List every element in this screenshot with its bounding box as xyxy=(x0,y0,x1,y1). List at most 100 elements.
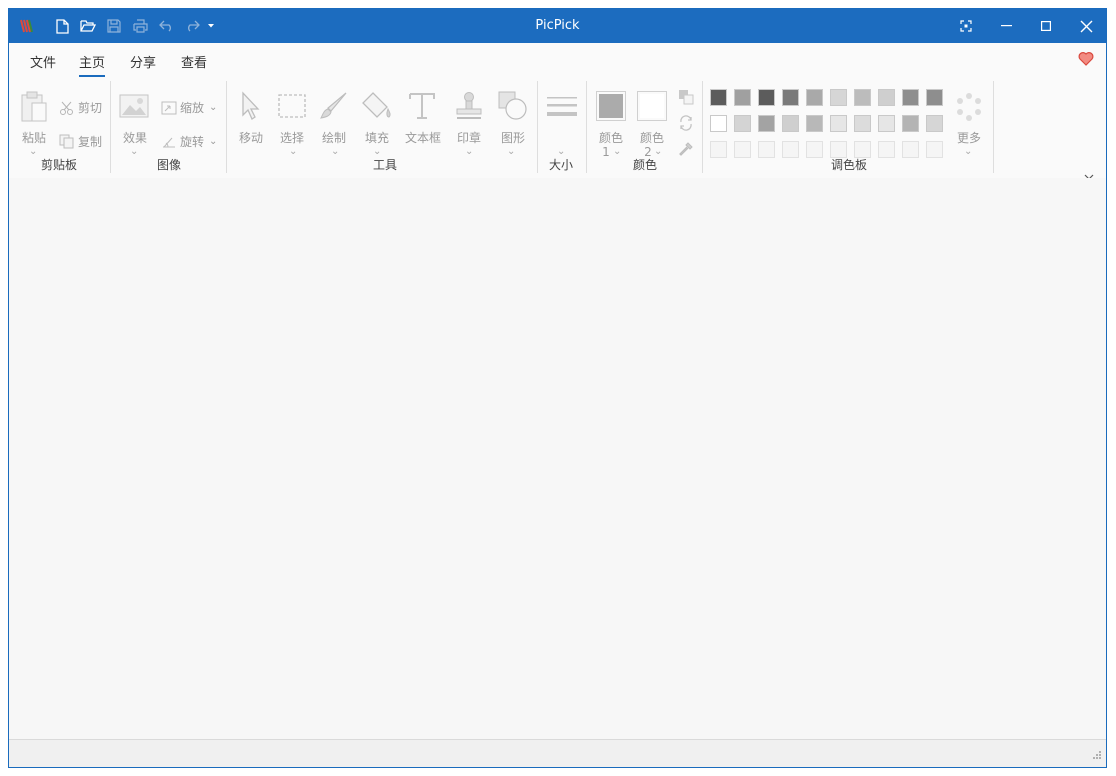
more-colors-chevron-down-icon[interactable]: ⌄ xyxy=(964,147,972,157)
custom-palette-swatch[interactable] xyxy=(734,141,751,158)
stamp-chevron-down-icon[interactable]: ⌄ xyxy=(465,147,473,157)
custom-palette-swatch[interactable] xyxy=(710,141,727,158)
effects-icon[interactable] xyxy=(119,93,151,124)
color-2-label[interactable]: 颜色 xyxy=(636,129,668,146)
palette-swatch[interactable] xyxy=(758,89,775,106)
palette-swatch[interactable] xyxy=(854,89,871,106)
palette-swatch[interactable] xyxy=(734,115,751,132)
custom-palette-swatch[interactable] xyxy=(782,141,799,158)
resize-label: 缩放 xyxy=(180,101,205,115)
resize-button[interactable]: 缩放 ⌄ xyxy=(161,99,217,116)
palette-swatch[interactable] xyxy=(710,115,727,132)
palette-swatch[interactable] xyxy=(806,89,823,106)
stamp-button[interactable]: 印章 xyxy=(453,129,485,146)
shape-chevron-down-icon[interactable]: ⌄ xyxy=(507,147,515,157)
brush-icon[interactable] xyxy=(319,91,349,124)
more-colors-button[interactable]: 更多 xyxy=(953,129,985,146)
tab-file[interactable]: 文件 xyxy=(30,52,56,75)
color-1-chevron-down-icon[interactable]: ⌄ xyxy=(613,147,621,157)
ribbon: 粘贴 ⌄ 剪切 复制 剪贴板 效果 ⌄ 缩放 ⌄ 旋转 ⌄ 图像 移动 选择 ⌄… xyxy=(9,77,1106,180)
maximize-icon[interactable] xyxy=(1026,9,1066,43)
select-button[interactable]: 选择 xyxy=(276,129,308,146)
paste-icon[interactable] xyxy=(19,91,49,126)
palette-swatch[interactable] xyxy=(926,89,943,106)
custom-palette-swatch[interactable] xyxy=(758,141,775,158)
palette-swatch[interactable] xyxy=(926,115,943,132)
paste-button[interactable]: 粘贴 xyxy=(21,129,47,146)
resize-grip-icon[interactable] xyxy=(1092,749,1102,763)
minimize-icon[interactable] xyxy=(986,9,1026,43)
heart-icon[interactable] xyxy=(1078,51,1096,67)
text-icon[interactable] xyxy=(407,91,437,124)
rotate-chevron-down-icon: ⌄ xyxy=(209,136,218,147)
palette-swatch[interactable] xyxy=(782,89,799,106)
size-chevron-down-icon[interactable]: ⌄ xyxy=(557,147,565,157)
palette-swatch[interactable] xyxy=(758,115,775,132)
group-divider xyxy=(586,81,587,173)
custom-palette-swatch[interactable] xyxy=(830,141,847,158)
group-label-image: 图像 xyxy=(156,158,181,172)
move-button[interactable]: 移动 xyxy=(235,129,267,146)
rotate-button[interactable]: 旋转 ⌄ xyxy=(161,133,217,150)
palette-swatch[interactable] xyxy=(902,115,919,132)
swap-colors-icon[interactable] xyxy=(678,115,694,134)
picpick-window: PicPick 文件 主页 分享 查看 粘贴 ⌄ 剪切 复制 剪贴板 效果 ⌄ … xyxy=(8,8,1107,768)
palette-swatch[interactable] xyxy=(782,115,799,132)
palette-swatch[interactable] xyxy=(710,89,727,106)
color-2-swatch[interactable] xyxy=(637,91,667,124)
palette-swatch[interactable] xyxy=(878,89,895,106)
group-divider xyxy=(537,81,538,173)
color-1-swatch[interactable] xyxy=(596,91,626,124)
stamp-icon[interactable] xyxy=(454,91,484,124)
more-colors-icon[interactable] xyxy=(953,91,985,126)
shape-button[interactable]: 图形 xyxy=(497,129,529,146)
palette-swatch[interactable] xyxy=(830,89,847,106)
color-1-label[interactable]: 颜色 xyxy=(595,129,627,146)
palette-swatch[interactable] xyxy=(734,89,751,106)
tab-share[interactable]: 分享 xyxy=(130,52,156,75)
group-label-tools: 工具 xyxy=(372,158,397,172)
custom-palette-swatch[interactable] xyxy=(878,141,895,158)
palette-swatch[interactable] xyxy=(902,89,919,106)
close-icon[interactable] xyxy=(1066,9,1106,43)
color-2-chevron-down-icon[interactable]: ⌄ xyxy=(654,147,662,157)
custom-palette-swatch[interactable] xyxy=(854,141,871,158)
shapes-icon[interactable] xyxy=(497,90,529,125)
custom-palette-swatch[interactable] xyxy=(806,141,823,158)
palette-swatch[interactable] xyxy=(806,115,823,132)
copy-label: 复制 xyxy=(78,135,103,149)
select-chevron-down-icon[interactable]: ⌄ xyxy=(289,147,297,157)
tab-view[interactable]: 查看 xyxy=(181,52,207,75)
ribbon-tabs: 文件 主页 分享 查看 xyxy=(9,43,1106,77)
line-width-icon[interactable] xyxy=(546,95,578,122)
cut-button[interactable]: 剪切 xyxy=(59,99,102,116)
default-colors-icon[interactable] xyxy=(678,89,694,108)
copy-icon xyxy=(59,134,74,149)
palette-swatch[interactable] xyxy=(878,115,895,132)
cursor-icon[interactable] xyxy=(239,91,263,124)
custom-palette-swatch[interactable] xyxy=(902,141,919,158)
palette-swatch[interactable] xyxy=(854,115,871,132)
textbox-button[interactable]: 文本框 xyxy=(402,129,444,146)
selection-icon[interactable] xyxy=(277,93,307,122)
fill-button[interactable]: 填充 xyxy=(361,129,393,146)
group-divider xyxy=(993,81,994,173)
group-label-colors: 颜色 xyxy=(632,158,657,172)
effects-button[interactable]: 效果 xyxy=(121,129,149,146)
tab-home[interactable]: 主页 xyxy=(79,52,106,77)
palette-swatch[interactable] xyxy=(830,115,847,132)
resize-icon xyxy=(161,101,177,114)
rotate-label: 旋转 xyxy=(180,135,205,149)
paint-bucket-icon[interactable] xyxy=(361,91,393,124)
group-label-size: 大小 xyxy=(548,158,573,172)
draw-chevron-down-icon[interactable]: ⌄ xyxy=(331,147,339,157)
custom-palette-swatch[interactable] xyxy=(926,141,943,158)
fill-chevron-down-icon[interactable]: ⌄ xyxy=(373,147,381,157)
copy-button[interactable]: 复制 xyxy=(59,133,102,150)
paste-chevron-down-icon[interactable]: ⌄ xyxy=(29,147,37,157)
canvas-area[interactable] xyxy=(9,178,1106,740)
effects-chevron-down-icon[interactable]: ⌄ xyxy=(130,147,138,157)
draw-button[interactable]: 绘制 xyxy=(318,129,350,146)
capture-icon[interactable] xyxy=(946,9,986,43)
group-divider xyxy=(226,81,227,173)
